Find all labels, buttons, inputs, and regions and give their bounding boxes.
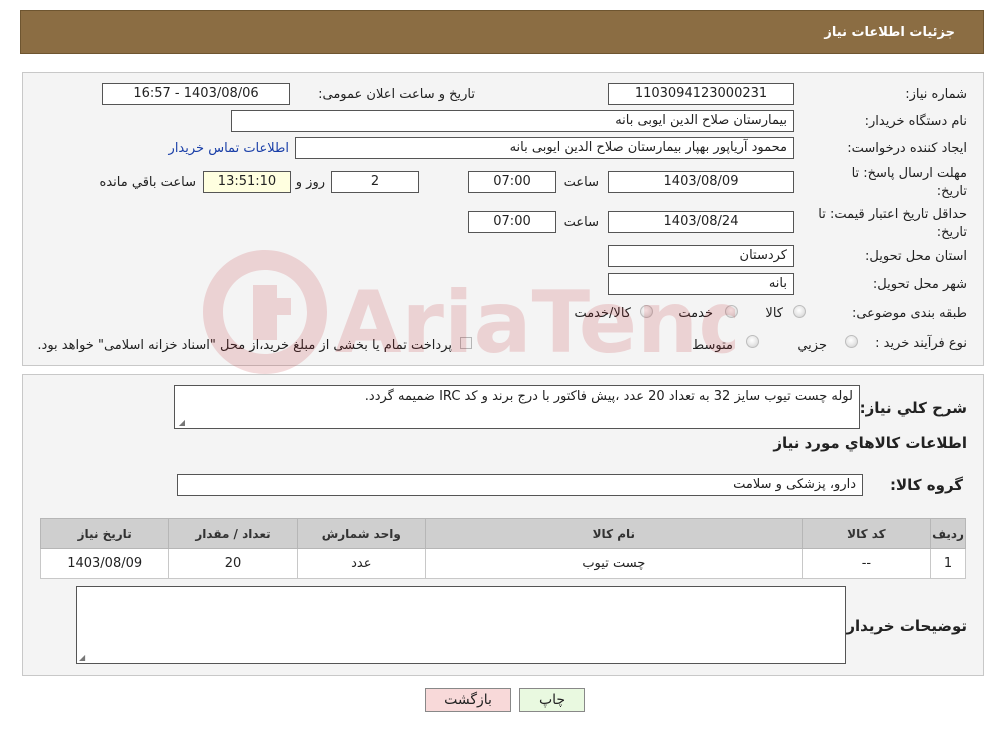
category-radio-service[interactable] [725,305,738,318]
items-panel: شرح کلي نياز: لوله چست تیوب سایز 32 به ت… [22,374,984,676]
announce-datetime-field: 1403/08/06 - 16:57 [102,83,290,105]
col-qty: تعداد / مقدار [168,518,298,549]
price-validity-time-field: 07:00 [468,211,556,233]
reply-date-field: 1403/08/09 [608,171,794,193]
goods-group-field: دارو، پزشکی و سلامت [177,474,863,496]
page-header: جزئیات اطلاعات نیاز [20,10,984,54]
description-label: شرح کلي نياز: [859,399,967,417]
need-number-field: 1103094123000231 [608,83,794,105]
buyer-notes-label: توضیحات خریدار: [840,617,967,635]
resize-grip-icon[interactable]: ◢ [177,419,185,427]
category-radio-goods[interactable] [793,305,806,318]
need-details-panel: شماره نیاز: 1103094123000231 تاریخ و ساع… [22,72,984,366]
items-table: رديف کد کالا نام کالا واحد شمارش تعداد /… [39,518,966,579]
price-validity-date-field: 1403/08/24 [608,211,794,233]
col-unit: واحد شمارش [296,518,426,549]
page-title: جزئیات اطلاعات نیاز [824,24,955,40]
province-label: استان محل تحویل: [865,249,967,264]
category-label: طبقه بندی موضوعی: [851,306,967,321]
purchase-note: پرداخت تمام یا بخشی از مبلغ خرید،از محل … [37,338,452,353]
category-radio-goods-service[interactable] [640,305,653,318]
reply-deadline-label-2: تاریخ: [936,184,967,199]
remaining-label: ساعت باقي مانده [99,175,196,190]
col-row: رديف [930,518,966,549]
purchase-type-label: نوع فرآیند خرید : [875,336,967,351]
price-validity-label-2: تاریخ: [936,225,967,240]
treasury-checkbox[interactable] [460,337,472,349]
city-field: بانه [608,273,794,295]
cell-qty: 20 [168,548,298,579]
back-button[interactable]: بازگشت [425,688,511,712]
goods-section-title: اطلاعات کالاهاي مورد نياز [773,434,967,452]
items-table-header: رديف کد کالا نام کالا واحد شمارش تعداد /… [39,518,966,549]
price-validity-label: حداقل تاریخ اعتبار قیمت: تا [818,207,967,222]
province-field: کردستان [608,245,794,267]
buyer-notes-textarea[interactable]: ◢ [76,586,846,664]
purchase-radio-medium[interactable] [746,335,759,348]
cell-unit: عدد [296,548,426,579]
purchase-radio-minor[interactable] [845,335,858,348]
reply-deadline-label: مهلت ارسال پاسخ: تا [851,166,967,181]
category-option-service: خدمت [678,306,713,321]
creator-label: ایجاد کننده درخواست: [847,141,967,156]
resize-grip-icon[interactable]: ◢ [79,654,87,662]
buyer-contact-link[interactable]: اطلاعات تماس خریدار [169,141,289,156]
cell-code: -- [801,548,932,579]
city-label: شهر محل تحویل: [872,277,967,292]
price-validity-time-label: ساعت [563,215,599,230]
days-label: روز و [295,175,325,190]
description-textarea[interactable]: لوله چست تیوب سایز 32 به تعداد 20 عدد ،پ… [174,385,860,429]
days-field: 2 [331,171,419,193]
cell-name: چست تیوب [424,548,803,579]
cell-row: 1 [930,548,966,579]
category-option-goods-service: کالا/خدمت [574,306,631,321]
announce-label: تاریخ و ساعت اعلان عمومی: [318,87,475,102]
cell-date: 1403/08/09 [39,548,170,579]
print-button[interactable]: چاپ [519,688,585,712]
reply-time-field: 07:00 [468,171,556,193]
col-code: کد کالا [801,518,932,549]
buyer-org-label: نام دستگاه خریدار: [864,114,967,129]
goods-group-label: گروه کالا: [890,476,963,494]
buyer-org-field: بیمارستان صلاح الدین ایوبی بانه [231,110,794,132]
col-name: نام کالا [424,518,803,549]
creator-field: محمود آریاپور بهپار بیمارستان صلاح الدین… [295,137,794,159]
col-date: تاريخ نياز [39,518,170,549]
reply-time-label: ساعت [563,175,599,190]
category-option-goods: کالا [765,306,783,321]
table-row: 1 -- چست تیوب عدد 20 1403/08/09 [39,548,966,579]
remaining-time-field: 13:51:10 [203,171,291,193]
need-number-label: شماره نیاز: [905,87,967,102]
description-text: لوله چست تیوب سایز 32 به تعداد 20 عدد ،پ… [364,389,853,404]
purchase-option-medium: متوسط [692,338,733,353]
purchase-option-minor: جزيي [797,338,827,353]
